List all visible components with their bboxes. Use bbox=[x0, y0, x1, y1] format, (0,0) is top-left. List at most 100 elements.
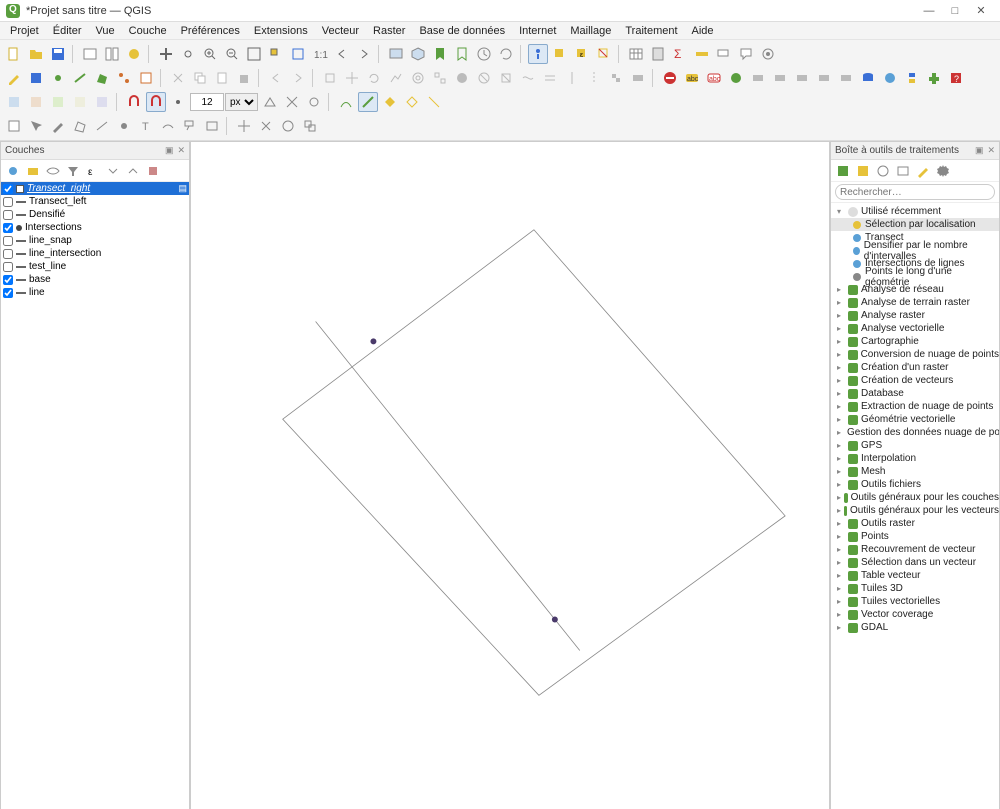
avoid-overlap-button[interactable] bbox=[380, 92, 400, 112]
layers-panel-close-icon[interactable]: ✕ bbox=[177, 145, 185, 156]
processing-algorithm-item[interactable]: Densifier par le nombre d'intervalles bbox=[831, 244, 999, 257]
add-line-button[interactable] bbox=[70, 68, 90, 88]
toolbox-button[interactable] bbox=[758, 44, 778, 64]
add-polygon-button[interactable] bbox=[92, 68, 112, 88]
processing-panel-undock-icon[interactable]: ▣ bbox=[975, 145, 984, 156]
delete-selected-button[interactable] bbox=[234, 68, 254, 88]
avoid-overlap-3-button[interactable] bbox=[424, 92, 444, 112]
processing-group-item[interactable]: ▸Géométrie vectorielle bbox=[831, 413, 999, 426]
processing-group-item[interactable]: ▸Points bbox=[831, 530, 999, 543]
processing-group-item[interactable]: ▸Analyse vectorielle bbox=[831, 322, 999, 335]
window-close-button[interactable]: ✕ bbox=[968, 4, 994, 17]
topological-editing-button[interactable] bbox=[260, 92, 280, 112]
processing-group-item[interactable]: ▸Extraction de nuage de points bbox=[831, 400, 999, 413]
processing-group-item[interactable]: ▸Outils généraux pour les vecteurs bbox=[831, 504, 999, 517]
annot-line-button[interactable] bbox=[92, 116, 112, 136]
processing-group-item[interactable]: ▸Vector coverage bbox=[831, 608, 999, 621]
new-project-button[interactable] bbox=[4, 44, 24, 64]
zoom-native-button[interactable]: 1:1 bbox=[310, 44, 330, 64]
annot-select-button[interactable] bbox=[26, 116, 46, 136]
deselect-button[interactable] bbox=[594, 44, 614, 64]
menu-pr-f-rences[interactable]: Préférences bbox=[175, 23, 246, 39]
no-action-button[interactable] bbox=[660, 68, 680, 88]
layer-visibility-button[interactable] bbox=[44, 162, 62, 180]
processing-results-button[interactable] bbox=[894, 162, 912, 180]
annot-marker-button[interactable] bbox=[114, 116, 134, 136]
processing-group-item[interactable]: ▸Cartographie bbox=[831, 335, 999, 348]
processing-group-item[interactable]: ▸Database bbox=[831, 387, 999, 400]
annot-create-button[interactable] bbox=[4, 116, 24, 136]
processing-group-item[interactable]: ▸Outils généraux pour les couches bbox=[831, 491, 999, 504]
label-toolbar-2[interactable] bbox=[770, 68, 790, 88]
menu-traitement[interactable]: Traitement bbox=[619, 23, 683, 39]
layer-visibility-checkbox[interactable] bbox=[3, 210, 13, 220]
layer-item[interactable]: line_snap bbox=[1, 234, 189, 247]
processing-group-item[interactable]: ▸Sélection dans un vecteur bbox=[831, 556, 999, 569]
diagram-button[interactable] bbox=[726, 68, 746, 88]
new-shapefile-button[interactable] bbox=[26, 92, 46, 112]
refresh-button[interactable] bbox=[496, 44, 516, 64]
annot-props-button[interactable] bbox=[278, 116, 298, 136]
layer-visibility-checkbox[interactable] bbox=[3, 275, 13, 285]
print-layout-button[interactable] bbox=[80, 44, 100, 64]
save-edits-button[interactable] bbox=[26, 68, 46, 88]
new-3d-view-button[interactable] bbox=[408, 44, 428, 64]
processing-group-item[interactable]: ▸Création d'un raster bbox=[831, 361, 999, 374]
annot-picture-button[interactable] bbox=[202, 116, 222, 136]
move-feature-button[interactable] bbox=[342, 68, 362, 88]
processing-group-item[interactable]: ▸Conversion de nuage de points bbox=[831, 348, 999, 361]
layer-visibility-checkbox[interactable] bbox=[3, 223, 13, 233]
processing-group-item[interactable]: ▸Mesh bbox=[831, 465, 999, 478]
processing-history-button[interactable] bbox=[874, 162, 892, 180]
label-toolbar-1[interactable] bbox=[748, 68, 768, 88]
snapping-tolerance-spinbox[interactable]: px bbox=[190, 93, 258, 111]
label-toolbar-4[interactable] bbox=[814, 68, 834, 88]
layer-item[interactable]: line bbox=[1, 286, 189, 299]
python-console-button[interactable] bbox=[902, 68, 922, 88]
modify-attributes-button[interactable] bbox=[136, 68, 156, 88]
window-minimize-button[interactable]: — bbox=[916, 5, 942, 17]
annot-text-button[interactable]: T bbox=[136, 116, 156, 136]
zoom-full-button[interactable] bbox=[244, 44, 264, 64]
simplify-feature-button[interactable] bbox=[386, 68, 406, 88]
vertex-tool-button[interactable] bbox=[114, 68, 134, 88]
tracing-button[interactable] bbox=[336, 92, 356, 112]
split-features-button[interactable] bbox=[562, 68, 582, 88]
add-point-button[interactable] bbox=[48, 68, 68, 88]
processing-group-item[interactable]: ▸GPS bbox=[831, 439, 999, 452]
processing-group-item[interactable]: ▸Tuiles 3D bbox=[831, 582, 999, 595]
plugin-manager-button[interactable] bbox=[924, 68, 944, 88]
layer-add-group-button[interactable] bbox=[24, 162, 42, 180]
layer-item[interactable]: Transect_left bbox=[1, 195, 189, 208]
layer-expand-button[interactable] bbox=[104, 162, 122, 180]
menu-base-de-donn-es[interactable]: Base de données bbox=[413, 23, 511, 39]
menu-aide[interactable]: Aide bbox=[686, 23, 720, 39]
add-ring-button[interactable] bbox=[408, 68, 428, 88]
processing-recent-group[interactable]: ▾Utilisé récemment bbox=[831, 205, 999, 218]
open-attribute-table-button[interactable] bbox=[626, 44, 646, 64]
label-toolbar-3[interactable] bbox=[792, 68, 812, 88]
zoom-layer-button[interactable] bbox=[288, 44, 308, 64]
layer-filter-button[interactable] bbox=[64, 162, 82, 180]
snapping-unit-select[interactable]: px bbox=[225, 93, 258, 111]
enable-tracing-button[interactable] bbox=[358, 92, 378, 112]
rotate-feature-button[interactable] bbox=[364, 68, 384, 88]
copy-features-button[interactable] bbox=[190, 68, 210, 88]
new-map-view-button[interactable] bbox=[386, 44, 406, 64]
pan-to-selection-button[interactable] bbox=[178, 44, 198, 64]
annot-delete-button[interactable] bbox=[256, 116, 276, 136]
select-features-button[interactable] bbox=[550, 44, 570, 64]
new-spatialite-button[interactable] bbox=[48, 92, 68, 112]
processing-group-item[interactable]: ▸Tuiles vectorielles bbox=[831, 595, 999, 608]
zoom-out-button[interactable] bbox=[222, 44, 242, 64]
offset-curve-button[interactable] bbox=[540, 68, 560, 88]
snapping-self-button[interactable] bbox=[304, 92, 324, 112]
menu-vue[interactable]: Vue bbox=[90, 23, 121, 39]
layer-visibility-checkbox[interactable] bbox=[3, 288, 13, 298]
cut-features-button[interactable] bbox=[168, 68, 188, 88]
menu-raster[interactable]: Raster bbox=[367, 23, 411, 39]
processing-panel-close-icon[interactable]: ✕ bbox=[987, 145, 995, 156]
layer-visibility-checkbox[interactable] bbox=[3, 236, 13, 246]
layer-expr-button[interactable]: ε bbox=[84, 162, 102, 180]
identify-button[interactable] bbox=[528, 44, 548, 64]
